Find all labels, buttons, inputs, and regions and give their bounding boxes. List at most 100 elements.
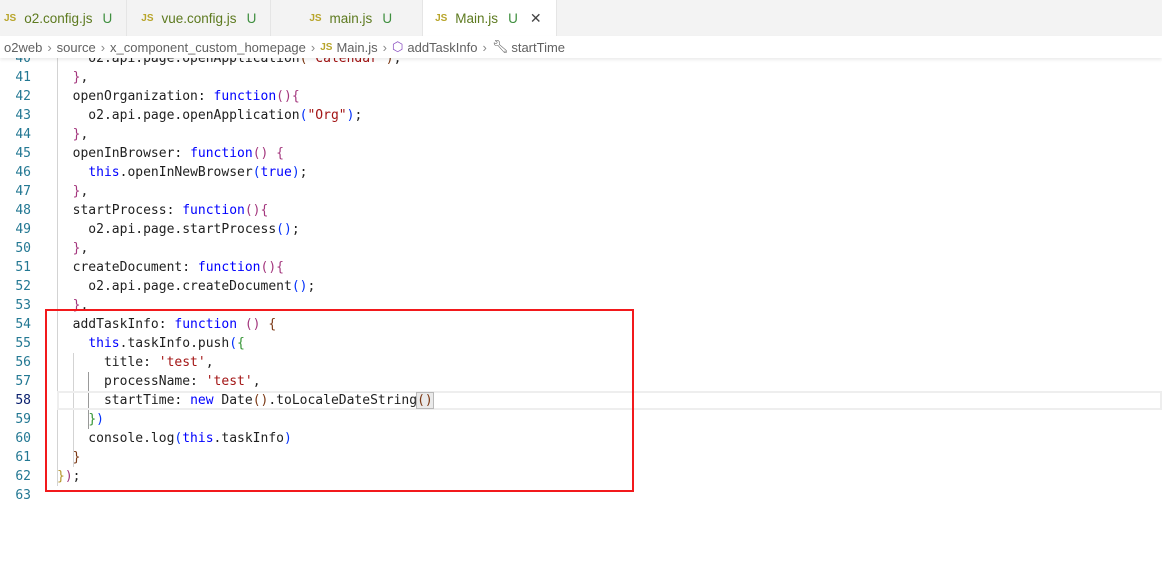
tab-label: vue.config.js bbox=[161, 10, 237, 26]
line-number: 44 bbox=[15, 127, 31, 142]
breadcrumb-item[interactable]: o2web bbox=[4, 40, 42, 55]
line-number: 58 bbox=[15, 393, 31, 408]
js-file-icon: JS bbox=[309, 12, 322, 24]
method-cube-icon: ⬡ bbox=[392, 39, 404, 54]
code-text: this.openInNewBrowser(true); bbox=[57, 163, 307, 182]
code-token: ( bbox=[252, 165, 261, 180]
line-number: 49 bbox=[15, 222, 31, 237]
breadcrumb-item[interactable]: source bbox=[57, 40, 96, 55]
line-number: 63 bbox=[15, 488, 31, 503]
code-token: () bbox=[252, 146, 277, 161]
code-token: o2.api.page.createDocument bbox=[57, 279, 292, 294]
js-file-icon: JS bbox=[435, 12, 448, 24]
code-token: openInBrowser: bbox=[57, 146, 191, 161]
code-line[interactable]: 50 }, bbox=[0, 239, 1162, 258]
code-text: openOrganization: function(){ bbox=[57, 87, 300, 106]
code-token: openOrganization: bbox=[57, 89, 214, 104]
code-token: startProcess: bbox=[57, 203, 183, 218]
code-token: () bbox=[244, 203, 261, 218]
code-token: o2.api.page.openApplication bbox=[57, 108, 300, 123]
code-line[interactable]: 44 }, bbox=[0, 125, 1162, 144]
code-text: }, bbox=[57, 125, 89, 144]
code-token: () bbox=[276, 222, 292, 237]
code-token: , bbox=[80, 184, 89, 199]
code-token: ; bbox=[291, 222, 300, 237]
code-token: ) bbox=[291, 165, 300, 180]
code-text: createDocument: function(){ bbox=[57, 258, 284, 277]
code-line[interactable]: 48 startProcess: function(){ bbox=[0, 201, 1162, 220]
tab-main-js[interactable]: JS main.js U bbox=[271, 0, 424, 36]
code-token: .openInNewBrowser bbox=[119, 165, 253, 180]
code-token: { bbox=[260, 203, 269, 218]
js-file-icon: JS bbox=[320, 41, 333, 53]
line-number: 41 bbox=[15, 70, 31, 85]
tab-o2-config-js[interactable]: JS o2.config.js U bbox=[0, 0, 128, 36]
code-text: o2.api.page.startProcess(); bbox=[57, 220, 300, 239]
code-line[interactable]: 52 o2.api.page.createDocument(); bbox=[0, 277, 1162, 296]
code-line[interactable]: 42 openOrganization: function(){ bbox=[0, 87, 1162, 106]
highlight-annotation-box bbox=[45, 309, 634, 492]
breadcrumb-item[interactable]: Main.js bbox=[336, 40, 377, 55]
git-status-badge: U bbox=[508, 10, 518, 26]
git-status-badge: U bbox=[102, 10, 113, 26]
line-number: 42 bbox=[15, 89, 31, 104]
code-line[interactable]: 46 this.openInNewBrowser(true); bbox=[0, 163, 1162, 182]
code-token: function bbox=[190, 146, 253, 161]
code-token: { bbox=[276, 260, 284, 275]
line-number: 59 bbox=[15, 412, 31, 427]
tab-Main-js-active[interactable]: JS Main.js U ✕ bbox=[423, 0, 557, 36]
code-token: { bbox=[276, 146, 284, 161]
js-file-icon: JS bbox=[4, 12, 17, 24]
code-line[interactable]: 45 openInBrowser: function() { bbox=[0, 144, 1162, 163]
code-token: true bbox=[260, 165, 292, 180]
line-number: 60 bbox=[15, 431, 31, 446]
chevron-right-icon: › bbox=[382, 39, 387, 55]
code-token: "Org" bbox=[307, 108, 347, 123]
line-number: 43 bbox=[15, 108, 31, 123]
code-line[interactable]: 43 o2.api.page.openApplication("Org"); bbox=[0, 106, 1162, 125]
breadcrumb-item[interactable]: addTaskInfo bbox=[407, 40, 477, 55]
close-icon[interactable]: ✕ bbox=[530, 10, 542, 27]
wrench-icon: 🔧︎ bbox=[491, 39, 509, 54]
code-token: () bbox=[276, 89, 292, 104]
code-token: { bbox=[291, 89, 300, 104]
chevron-right-icon: › bbox=[100, 39, 106, 55]
code-token: function bbox=[213, 89, 277, 104]
code-line[interactable]: 49 o2.api.page.startProcess(); bbox=[0, 220, 1162, 239]
breadcrumb-item[interactable]: x_component_custom_homepage bbox=[110, 40, 306, 55]
tab-label: Main.js bbox=[455, 10, 499, 26]
line-number: 48 bbox=[15, 203, 31, 218]
line-number: 51 bbox=[15, 260, 31, 275]
code-text: }, bbox=[57, 68, 89, 87]
code-token: function bbox=[197, 260, 261, 275]
code-token: ; bbox=[354, 108, 363, 123]
chevron-right-icon: › bbox=[482, 39, 487, 55]
code-line[interactable]: 51 createDocument: function(){ bbox=[0, 258, 1162, 277]
code-token: () bbox=[260, 260, 277, 275]
code-token: createDocument: bbox=[57, 260, 198, 275]
tab-vue-config-js[interactable]: JS vue.config.js U bbox=[127, 0, 272, 36]
code-text: startProcess: function(){ bbox=[57, 201, 269, 220]
line-number: 45 bbox=[15, 146, 31, 161]
code-token: this bbox=[88, 165, 120, 180]
code-text: o2.api.page.createDocument(); bbox=[57, 277, 315, 296]
line-number: 62 bbox=[15, 469, 31, 484]
code-line[interactable]: 41 }, bbox=[0, 68, 1162, 87]
line-number: 53 bbox=[15, 298, 31, 313]
js-file-icon: JS bbox=[141, 12, 154, 24]
line-number: 52 bbox=[15, 279, 31, 294]
code-text: }, bbox=[57, 239, 89, 258]
line-number: 55 bbox=[15, 336, 31, 351]
code-token: , bbox=[80, 127, 89, 142]
code-line[interactable]: 47 }, bbox=[0, 182, 1162, 201]
git-status-badge: U bbox=[382, 10, 393, 26]
code-text: }, bbox=[57, 182, 89, 201]
breadcrumb-item[interactable]: startTime bbox=[511, 40, 565, 55]
line-number: 61 bbox=[15, 450, 31, 465]
code-token: , bbox=[80, 70, 89, 85]
editor-tab-bar: JS o2.config.js U JS vue.config.js U JS main.… bbox=[0, 0, 1162, 36]
